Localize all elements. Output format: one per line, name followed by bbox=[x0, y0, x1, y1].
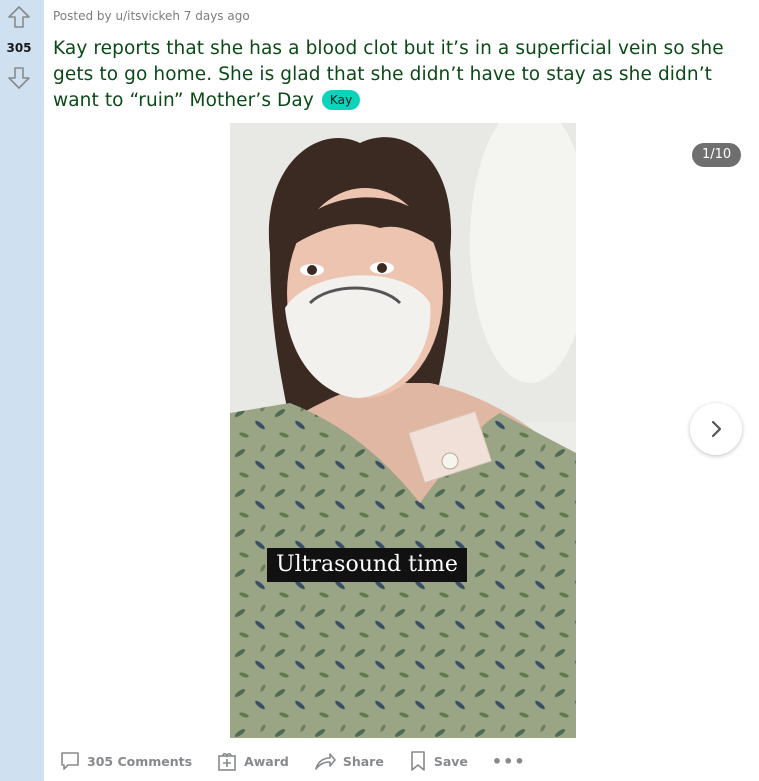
comments-label: 305 Comments bbox=[87, 753, 193, 769]
more-options-button[interactable]: ••• bbox=[486, 748, 532, 775]
comment-icon bbox=[61, 752, 79, 770]
vote-rail: 305 bbox=[0, 0, 44, 781]
post-meta: Posted by u/itsvickeh 7 days ago bbox=[53, 9, 250, 23]
share-label: Share bbox=[342, 753, 384, 769]
downvote-button[interactable] bbox=[7, 66, 31, 90]
comments-button[interactable]: 305 Comments bbox=[53, 746, 198, 776]
post-actions: 305 Comments Award Share Save ••• bbox=[53, 744, 544, 778]
chevron-right-icon bbox=[711, 420, 722, 438]
posted-by-label: Posted by bbox=[53, 9, 112, 23]
award-label: Award bbox=[244, 753, 289, 769]
gift-icon bbox=[218, 753, 236, 771]
save-label: Save bbox=[433, 753, 468, 769]
post-title[interactable]: Kay reports that she has a blood clot bu… bbox=[53, 36, 753, 114]
arrow-up-outline-icon bbox=[8, 6, 30, 28]
post-title-text: Kay reports that she has a blood clot bu… bbox=[53, 38, 724, 111]
award-button[interactable]: Award bbox=[210, 746, 295, 776]
upvote-button[interactable] bbox=[7, 5, 31, 29]
arrow-down-outline-icon bbox=[8, 67, 30, 89]
photo-illustration bbox=[230, 123, 576, 738]
post-flair[interactable]: Kay bbox=[321, 90, 361, 110]
post-age: 7 days ago bbox=[183, 9, 250, 23]
more-icon: ••• bbox=[491, 751, 526, 771]
bookmark-icon bbox=[411, 751, 425, 771]
vote-score: 305 bbox=[6, 41, 32, 55]
gallery-image[interactable]: Ultrasound time bbox=[230, 123, 576, 738]
gallery-next-button[interactable] bbox=[690, 403, 742, 455]
author-link[interactable]: u/itsvickeh bbox=[115, 9, 179, 23]
share-arrow-icon bbox=[315, 753, 336, 770]
image-caption: Ultrasound time bbox=[267, 548, 467, 582]
gallery-counter: 1/10 bbox=[692, 143, 742, 167]
save-button[interactable]: Save bbox=[402, 746, 474, 776]
share-button[interactable]: Share bbox=[307, 746, 390, 776]
